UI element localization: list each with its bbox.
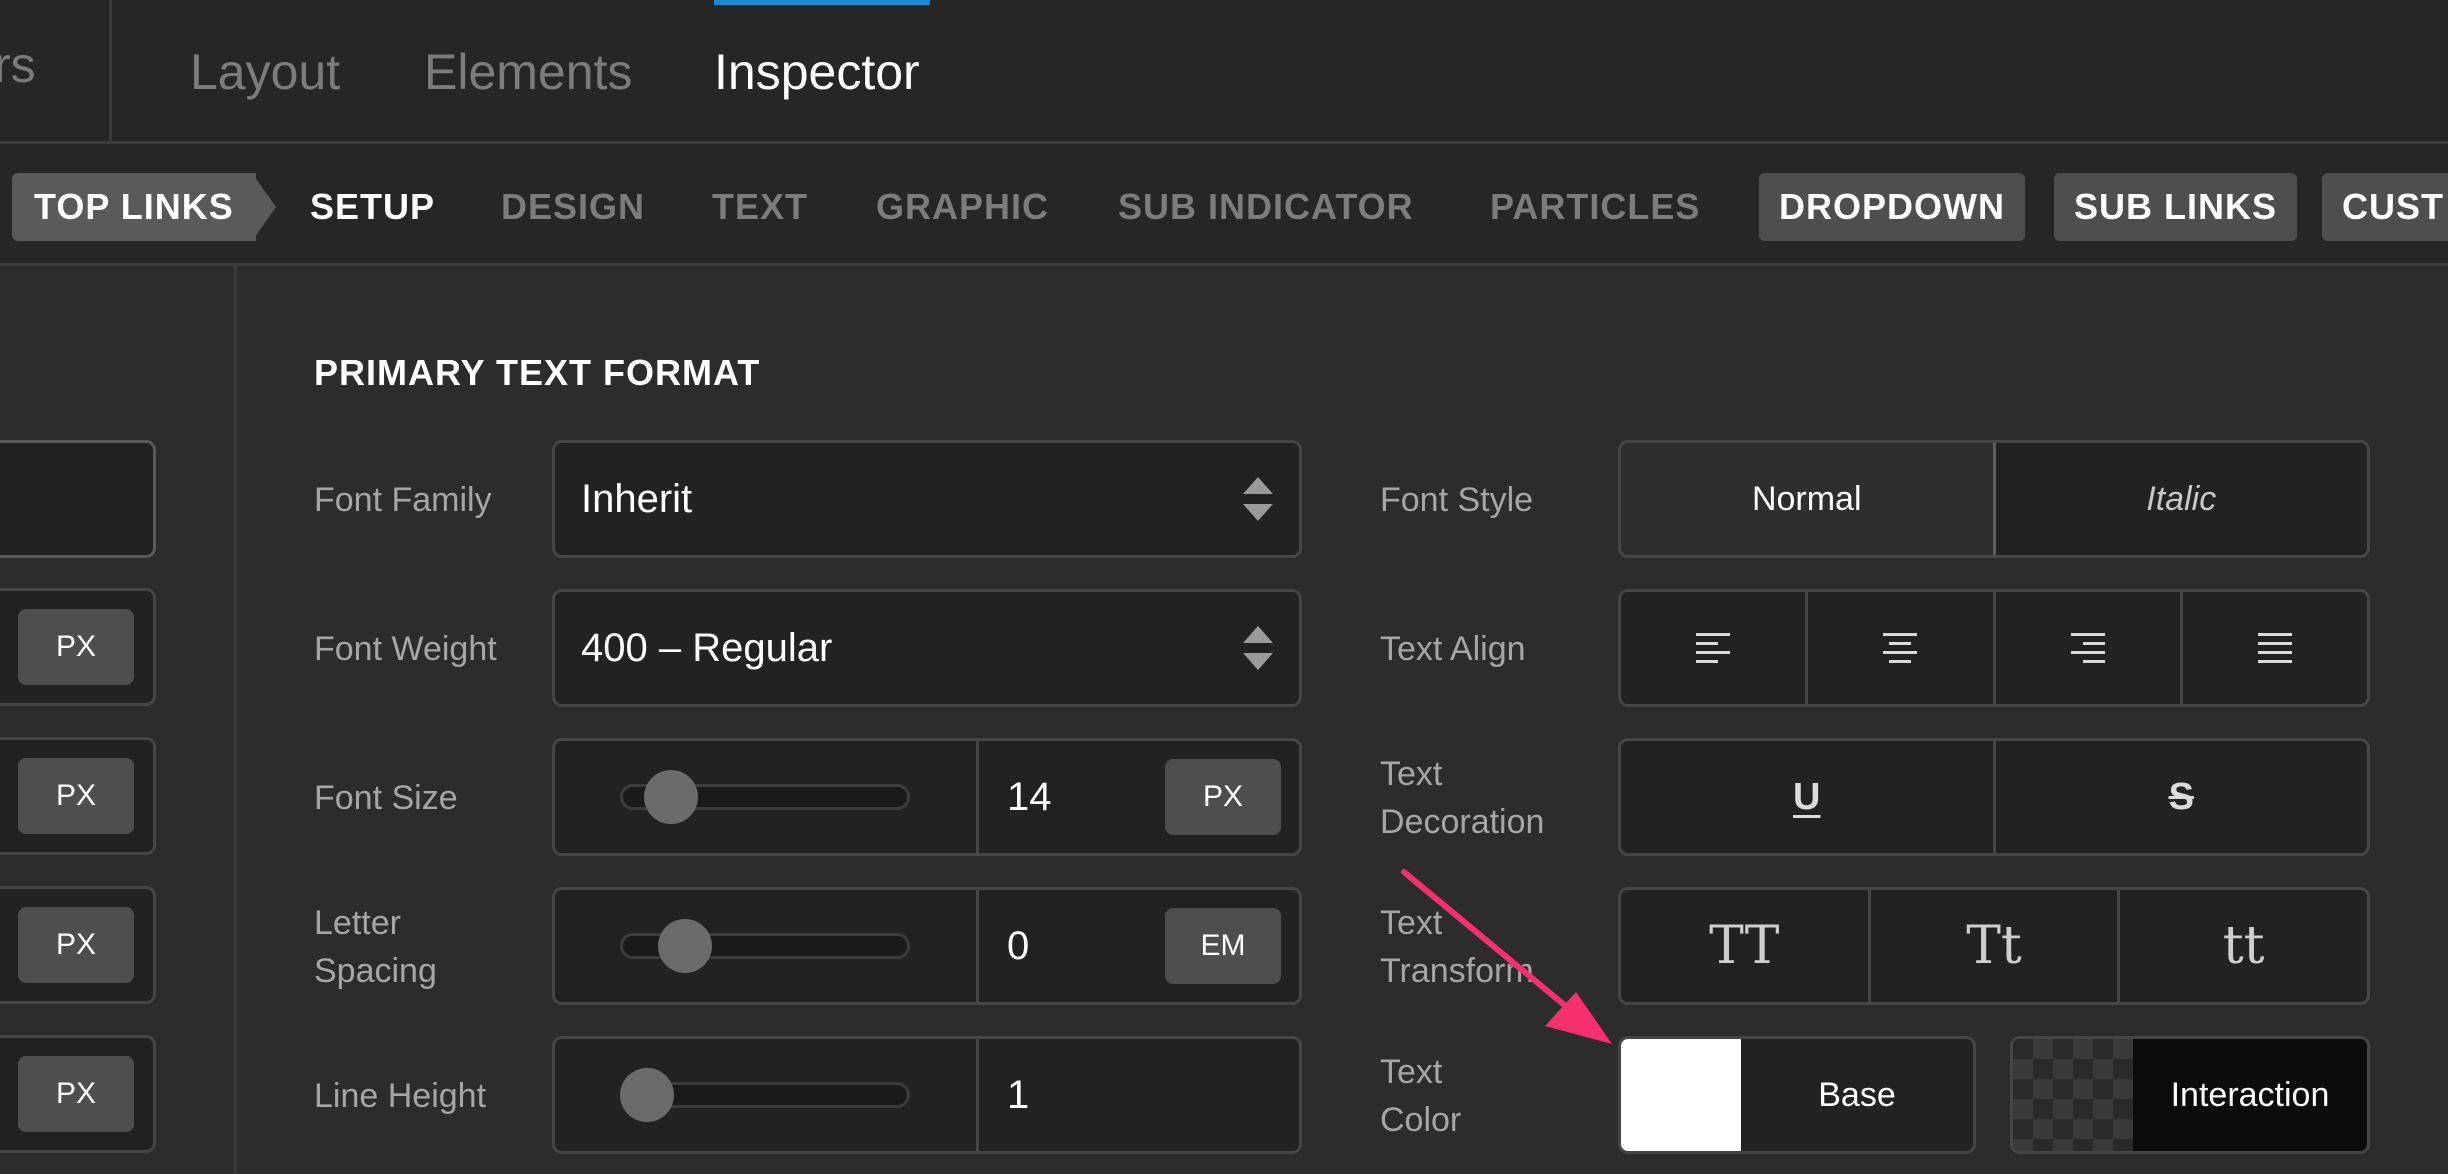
subnav-dropdown[interactable]: DROPDOWN <box>1759 173 2025 241</box>
left-input-box[interactable] <box>0 440 156 558</box>
font-size-unit-button[interactable]: PX <box>1165 759 1281 835</box>
slider-thumb[interactable] <box>620 1068 674 1122</box>
unit-button[interactable]: PX <box>18 758 134 834</box>
tab-elements[interactable]: Elements <box>424 44 632 100</box>
align-justify-button[interactable] <box>2183 592 2367 704</box>
align-justify-icon <box>2257 633 2292 663</box>
slider-thumb[interactable] <box>657 919 712 973</box>
align-right-button[interactable] <box>1996 592 2183 704</box>
font-style-label: Font Style <box>1380 481 1534 519</box>
subnav-graphic[interactable]: GRAPHIC <box>876 173 1049 241</box>
subnav-particles[interactable]: PARTICLES <box>1490 173 1700 241</box>
active-tab-indicator <box>714 0 930 5</box>
select-arrows-icon <box>1243 626 1273 670</box>
font-family-label: Font Family <box>314 481 492 519</box>
breadcrumb-top-links[interactable]: TOP LINKS <box>12 173 256 241</box>
letter-spacing-unit-button[interactable]: EM <box>1165 908 1281 984</box>
base-color-label: Base <box>1818 1076 1896 1114</box>
font-family-value: Inherit <box>581 477 693 521</box>
underline-icon: U <box>1793 775 1821 818</box>
text-transform-label-line2: Transform <box>1380 952 1534 990</box>
inspector-subnav: TOP LINKS SETUP DESIGN TEXT GRAPHIC SUB … <box>0 144 2448 266</box>
text-align-label: Text Align <box>1380 630 1526 668</box>
base-color-picker[interactable]: Base <box>1618 1036 1976 1154</box>
text-decoration-toggle: U S <box>1618 738 2370 856</box>
tab-partial[interactable]: rs <box>0 36 36 94</box>
tab-inspector[interactable]: Inspector <box>714 44 920 100</box>
align-left-icon <box>1696 633 1731 663</box>
text-decoration-label-line1: Text <box>1380 755 1443 793</box>
breadcrumb-arrow-icon <box>252 173 276 241</box>
font-size-control: 14 PX <box>552 738 1302 856</box>
interaction-color-swatch[interactable] <box>2013 1039 2133 1151</box>
subnav-custom[interactable]: CUST <box>2322 173 2448 241</box>
subnav-design[interactable]: DESIGN <box>501 173 645 241</box>
subnav-text[interactable]: TEXT <box>712 173 808 241</box>
line-height-label: Line Height <box>314 1077 487 1115</box>
base-color-swatch[interactable] <box>1621 1039 1741 1151</box>
text-decoration-label-line2: Decoration <box>1380 803 1545 841</box>
text-align-toggle <box>1618 589 2370 707</box>
left-settings-column: PX PX PX PX <box>0 266 234 1174</box>
section-title: PRIMARY TEXT FORMAT <box>314 352 761 393</box>
text-transform-toggle: TT Tt tt <box>1618 887 2370 1005</box>
strikethrough-button[interactable]: S <box>1996 741 2368 853</box>
font-weight-select[interactable]: 400 – Regular <box>552 589 1302 707</box>
font-family-select[interactable]: Inherit <box>552 440 1302 558</box>
letter-spacing-label-line1: Letter <box>314 904 401 942</box>
slider-thumb[interactable] <box>643 770 698 824</box>
subnav-setup[interactable]: SETUP <box>310 173 435 241</box>
font-style-toggle: Normal Italic <box>1618 440 2370 558</box>
align-center-icon <box>1883 633 1918 663</box>
letter-spacing-slider[interactable] <box>555 890 979 1002</box>
subnav-sub-links[interactable]: SUB LINKS <box>2054 173 2298 241</box>
unit-button[interactable]: PX <box>18 1056 134 1132</box>
subnav-sub-indicator[interactable]: SUB INDICATOR <box>1118 173 1414 241</box>
text-transform-label-line1: Text <box>1380 904 1443 942</box>
transform-capitalize-button[interactable]: Tt <box>1871 890 2121 1002</box>
letter-spacing-label-line2: Spacing <box>314 952 437 990</box>
font-size-slider[interactable] <box>555 741 979 853</box>
font-size-value[interactable]: 14 <box>1007 741 1052 853</box>
line-height-control: 1 <box>552 1036 1302 1154</box>
underline-button[interactable]: U <box>1621 741 1996 853</box>
select-arrows-icon <box>1243 477 1273 521</box>
unit-button[interactable]: PX <box>18 907 134 983</box>
transform-uppercase-button[interactable]: TT <box>1621 890 1871 1002</box>
transform-lowercase-button[interactable]: tt <box>2120 890 2367 1002</box>
unit-button[interactable]: PX <box>18 609 134 685</box>
tab-divider <box>109 0 112 144</box>
strikethrough-icon: S <box>2168 775 2194 818</box>
top-tab-bar: rs Layout Elements Inspector <box>0 0 2448 144</box>
font-style-italic[interactable]: Italic <box>1996 443 2368 555</box>
tab-layout[interactable]: Layout <box>190 44 340 100</box>
column-divider <box>234 266 237 1174</box>
line-height-slider[interactable] <box>555 1039 979 1151</box>
font-size-label: Font Size <box>314 779 458 817</box>
line-height-value[interactable]: 1 <box>1007 1039 1029 1151</box>
interaction-color-label: Interaction <box>2170 1076 2330 1114</box>
interaction-color-picker[interactable]: Interaction <box>2010 1036 2370 1154</box>
align-right-icon <box>2070 633 2105 663</box>
align-left-button[interactable] <box>1621 592 1809 704</box>
align-center-button[interactable] <box>1808 592 1996 704</box>
text-color-label-line1: Text <box>1380 1053 1443 1091</box>
font-weight-label: Font Weight <box>314 630 497 668</box>
letter-spacing-value[interactable]: 0 <box>1007 890 1029 1002</box>
font-style-normal[interactable]: Normal <box>1621 443 1996 555</box>
letter-spacing-control: 0 EM <box>552 887 1302 1005</box>
font-weight-value: 400 – Regular <box>581 626 833 670</box>
text-color-label-line2: Color <box>1380 1101 1462 1139</box>
